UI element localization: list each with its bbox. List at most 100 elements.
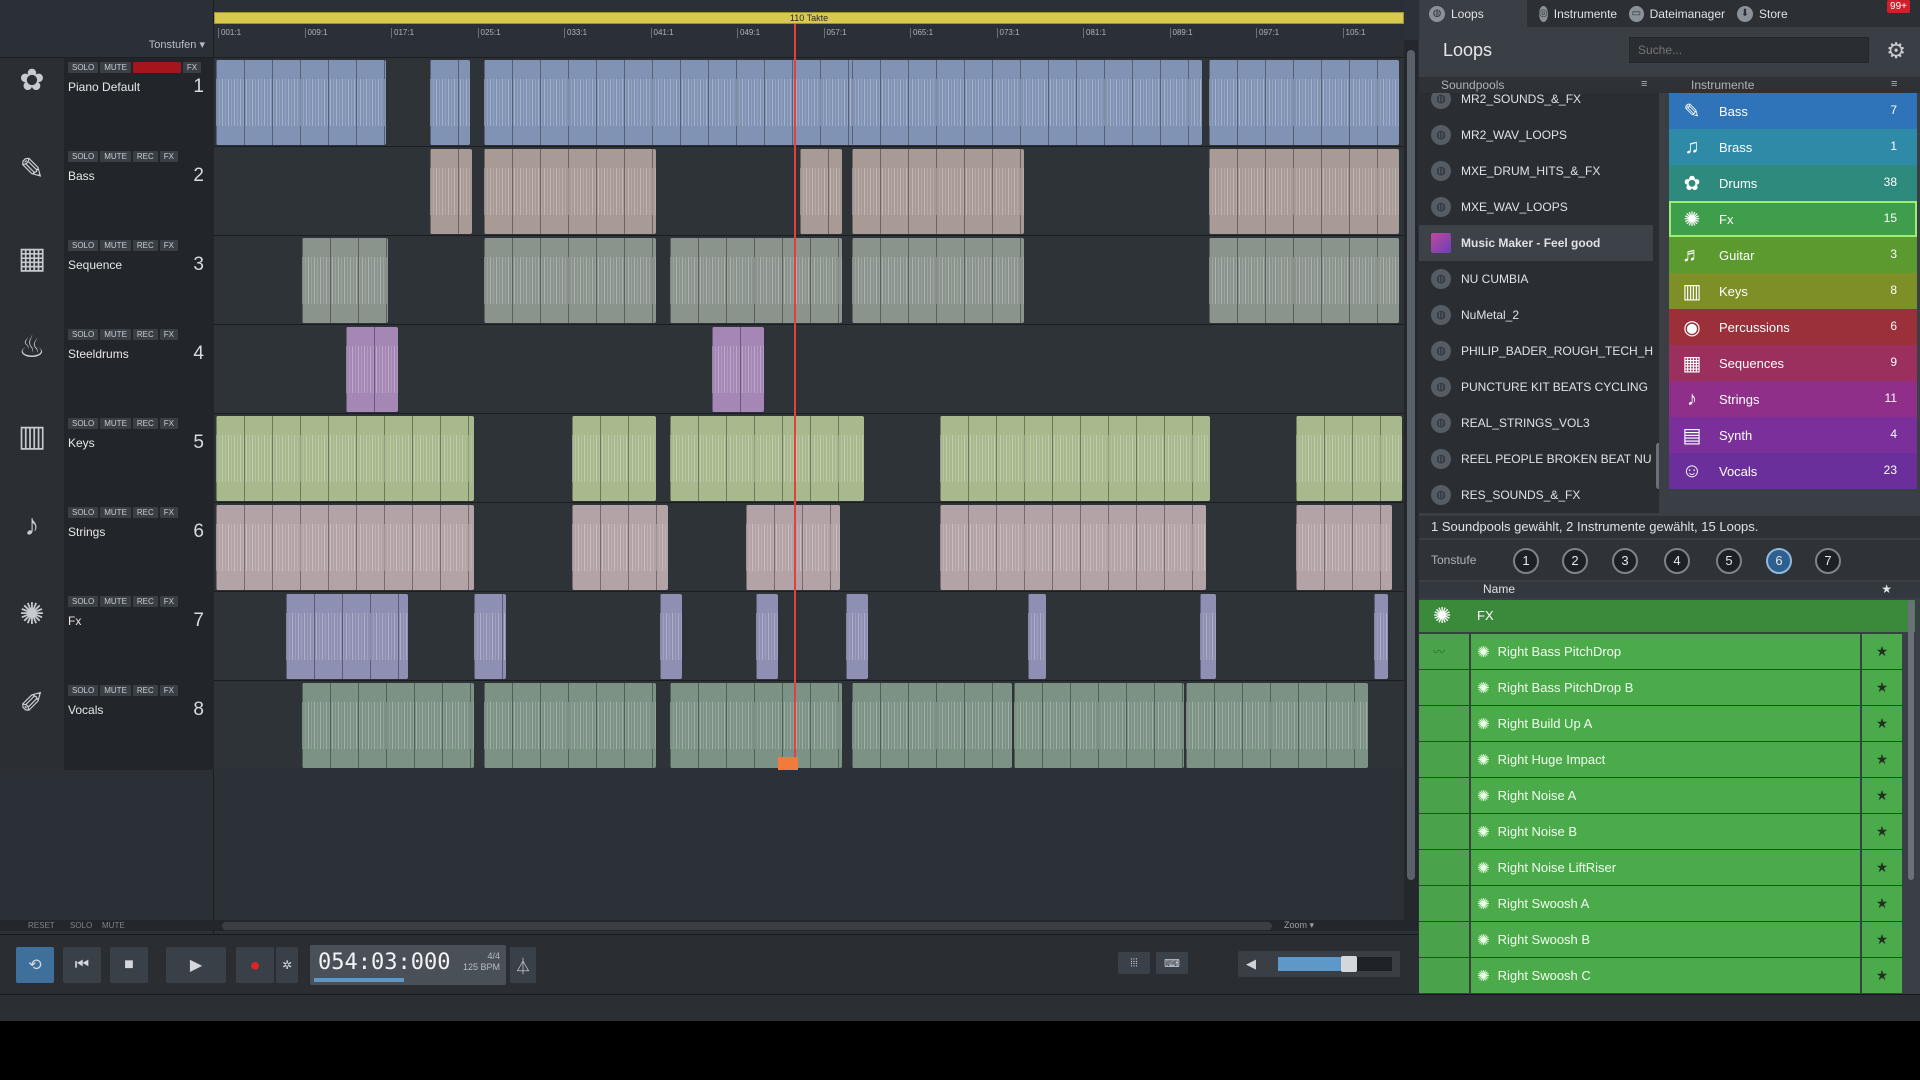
track-lane[interactable] (214, 236, 1404, 325)
audio-clip[interactable] (852, 60, 1202, 145)
track-header[interactable]: ▥ SOLO MUTE REC FX Keys 5 (0, 414, 214, 503)
metronome-button[interactable]: ⏃ (510, 947, 536, 983)
instrument-item-strings[interactable]: ♪ Strings 11 (1669, 381, 1917, 417)
audio-clip[interactable] (1186, 683, 1368, 768)
track-lane[interactable] (214, 503, 1404, 592)
favorite-star-icon[interactable]: ★ (1862, 706, 1902, 741)
instrument-item-bass[interactable]: ✎ Bass 7 (1669, 93, 1917, 129)
audio-clip[interactable] (572, 416, 656, 501)
instrument-item-fx[interactable]: ✺ Fx 15 (1669, 201, 1917, 237)
loop-name-cell[interactable]: ✺ Right Noise LiftRiser (1471, 850, 1860, 885)
loop-name-cell[interactable]: ✺ Right Swoosh B (1471, 922, 1860, 957)
audio-clip[interactable] (572, 505, 668, 590)
loop-row[interactable]: ✺ Right Noise B ★ (1419, 814, 1915, 850)
instrument-item-vocals[interactable]: ☺ Vocals 23 (1669, 453, 1917, 489)
instrument-item-keys[interactable]: ▥ Keys 8 (1669, 273, 1917, 309)
track-header[interactable]: ✎ SOLO MUTE REC FX Bass 2 (0, 147, 214, 236)
audio-clip[interactable] (846, 594, 868, 679)
record-arm-button[interactable]: REC (132, 151, 158, 162)
tonstufe-button[interactable]: 6 (1766, 548, 1792, 574)
track-name[interactable]: Fx (68, 614, 81, 628)
tonstufe-button[interactable]: 1 (1513, 548, 1539, 574)
record-settings-button[interactable]: ✲ (276, 947, 298, 983)
instrument-item-brass[interactable]: ♫ Brass 1 (1669, 129, 1917, 165)
record-button[interactable]: ● (236, 947, 274, 983)
favorite-star-icon[interactable]: ★ (1862, 886, 1902, 921)
playhead[interactable] (794, 24, 796, 769)
loop-row[interactable]: ✺ Right Swoosh C ★ (1419, 958, 1915, 994)
favorite-column-star-icon[interactable]: ★ (1881, 582, 1892, 596)
audio-clip[interactable] (484, 683, 656, 768)
mute-button[interactable]: MUTE (100, 240, 131, 251)
loop-name-cell[interactable]: ✺ Right Noise B (1471, 814, 1860, 849)
soundpool-item[interactable]: ◍ PUNCTURE KIT BEATS CYCLING (1419, 369, 1653, 405)
tonstufe-button[interactable]: 7 (1815, 548, 1841, 574)
fx-button[interactable]: FX (159, 151, 179, 162)
tonstufe-button[interactable]: 5 (1716, 548, 1742, 574)
tab-dateimanager[interactable]: ▭ Dateimanager (1619, 0, 1725, 27)
audio-clip[interactable] (1209, 149, 1399, 234)
play-button[interactable]: ▶ (166, 947, 226, 983)
tonstufe-button[interactable]: 3 (1612, 548, 1638, 574)
audio-clip[interactable] (1374, 594, 1388, 679)
notification-badge[interactable]: 99+ (1887, 0, 1910, 13)
solo-button[interactable]: SOLO (68, 329, 99, 340)
loop-row[interactable]: ✺ Right Noise A ★ (1419, 778, 1915, 814)
audio-clip[interactable] (940, 505, 1206, 590)
track-name[interactable]: Bass (68, 169, 95, 183)
audio-clip[interactable] (286, 594, 408, 679)
instrument-item-guitar[interactable]: ♬ Guitar 3 (1669, 237, 1917, 273)
loop-name-cell[interactable]: ✺ Right Swoosh A (1471, 886, 1860, 921)
audio-clip[interactable] (1209, 238, 1399, 323)
audio-clip[interactable] (1209, 60, 1399, 145)
sort-icon[interactable]: ≡ (1891, 78, 1897, 90)
solo-button[interactable]: SOLO (68, 418, 99, 429)
fx-button[interactable]: FX (159, 240, 179, 251)
favorite-star-icon[interactable]: ★ (1862, 742, 1902, 777)
volume-knob[interactable] (1340, 956, 1357, 972)
fx-button[interactable]: FX (159, 329, 179, 340)
tonstufen-dropdown[interactable]: Tonstufen ▾ (149, 38, 205, 51)
audio-clip[interactable] (940, 416, 1210, 501)
mute-button[interactable]: MUTE (100, 329, 131, 340)
soundpool-item[interactable]: ◍ PHILIP_BADER_ROUGH_TECH_H (1419, 333, 1653, 369)
track-icon-box[interactable]: ✐ (0, 681, 64, 770)
loop-preview-cell[interactable] (1419, 850, 1469, 885)
track-header[interactable]: ♨ SOLO MUTE REC FX Steeldrums 4 (0, 325, 214, 414)
loop-row[interactable]: ✺ Right Build Up A ★ (1419, 706, 1915, 742)
tonstufe-button[interactable]: 4 (1664, 548, 1690, 574)
vertical-scroll-thumb[interactable] (1407, 50, 1415, 880)
instrument-item-percussions[interactable]: ◉ Percussions 6 (1669, 309, 1917, 345)
track-header[interactable]: ✿ SOLO MUTE REC FX Piano Default 1 (0, 58, 214, 147)
mute-button[interactable]: MUTE (100, 507, 131, 518)
soundpool-item[interactable]: ◍ MXE_DRUM_HITS_&_FX (1419, 153, 1653, 189)
audio-clip[interactable] (430, 60, 470, 145)
playhead-marker[interactable] (778, 757, 798, 770)
audio-clip[interactable] (800, 149, 842, 234)
record-arm-button[interactable]: REC (132, 418, 158, 429)
instrument-item-sequences[interactable]: ▦ Sequences 9 (1669, 345, 1917, 381)
fx-button[interactable]: FX (159, 685, 179, 696)
solo-button[interactable]: SOLO (68, 596, 99, 607)
loop-preview-cell[interactable]: 〰 (1419, 634, 1469, 669)
track-icon-box[interactable]: ✿ (0, 58, 64, 147)
favorite-star-icon[interactable]: ★ (1862, 634, 1902, 669)
tab-store[interactable]: ⬇ Store (1727, 0, 1817, 27)
soundpool-item[interactable]: ◍ MXE_WAV_LOOPS (1419, 189, 1653, 225)
soundpool-item[interactable]: ◍ MR2_SOUNDS_&_FX (1419, 93, 1653, 117)
volume-slider[interactable] (1278, 956, 1392, 972)
favorite-star-icon[interactable]: ★ (1862, 670, 1902, 705)
track-icon-box[interactable]: ✺ (0, 592, 64, 681)
audio-clip[interactable] (346, 327, 398, 412)
track-header[interactable]: ✺ SOLO MUTE REC FX Fx 7 (0, 592, 214, 681)
rewind-button[interactable]: ⏮ (63, 947, 101, 983)
track-header[interactable]: ♪ SOLO MUTE REC FX Strings 6 (0, 503, 214, 592)
tab-instrumente[interactable]: ◎ Instrumente (1529, 0, 1617, 27)
audio-clip[interactable] (670, 238, 842, 323)
loop-name-cell[interactable]: ✺ Right Swoosh C (1471, 958, 1860, 993)
audio-clip[interactable] (660, 594, 682, 679)
audio-clip[interactable] (852, 238, 1024, 323)
track-header[interactable]: ✐ SOLO MUTE REC FX Vocals 8 (0, 681, 214, 770)
audio-clip[interactable] (484, 149, 656, 234)
favorite-star-icon[interactable]: ★ (1862, 778, 1902, 813)
